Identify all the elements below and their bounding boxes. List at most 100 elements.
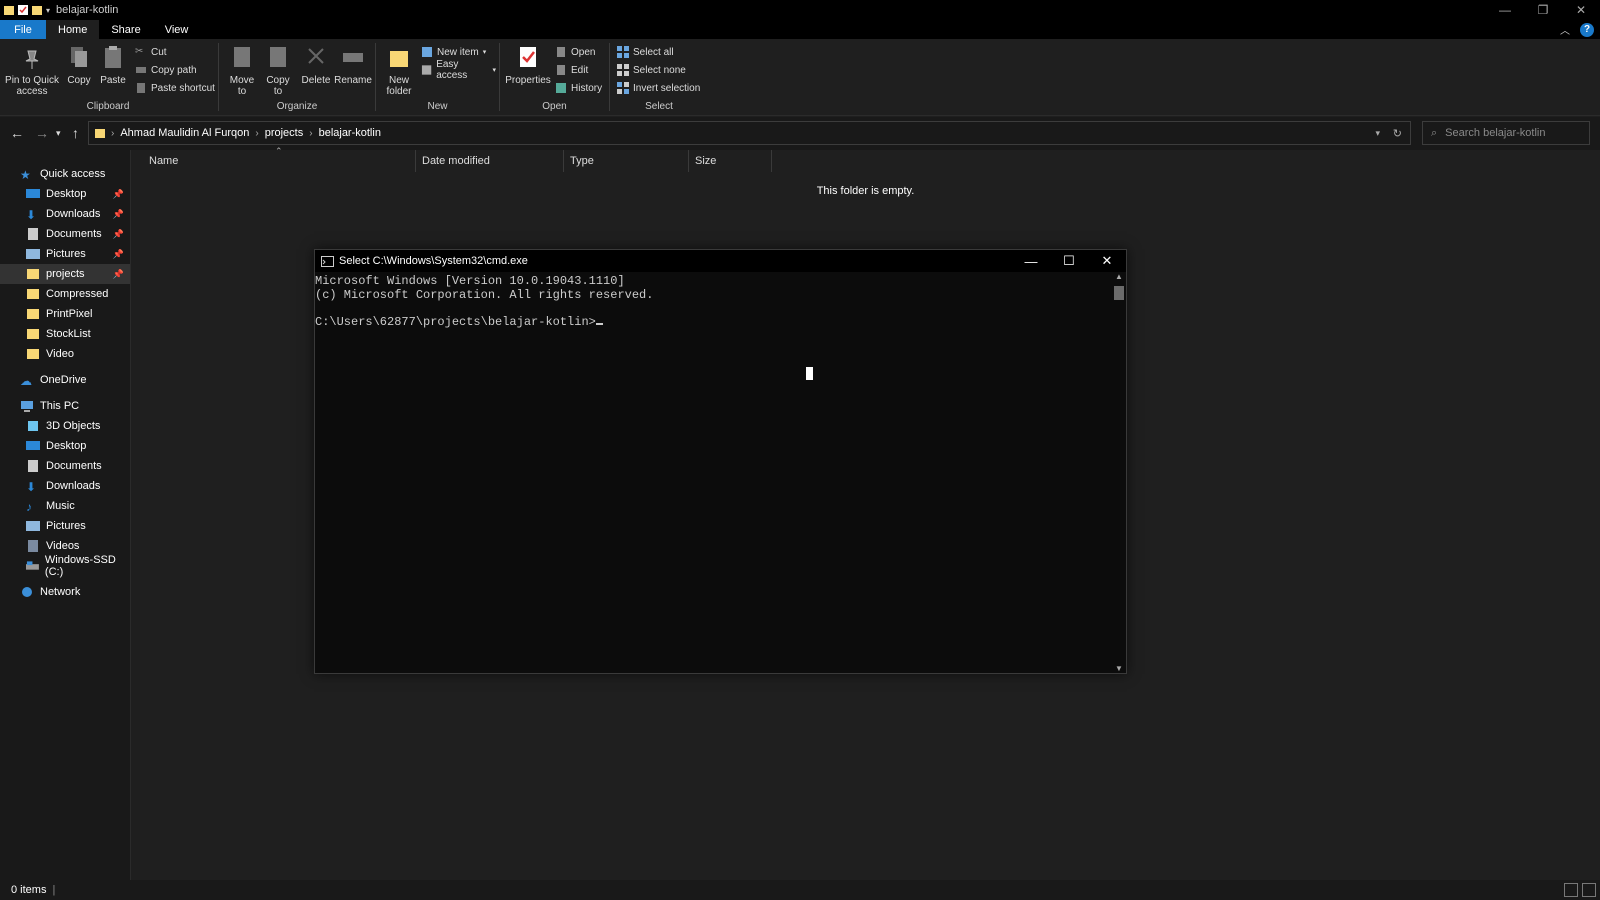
sidebar-item-printpixel[interactable]: PrintPixel [0, 304, 130, 324]
breadcrumb-item[interactable]: belajar-kotlin [319, 127, 381, 139]
sidebar-item-this-pc[interactable]: This PC [0, 396, 130, 416]
sidebar-item-documents[interactable]: Documents 📌 [0, 224, 130, 244]
console-prompt-line: C:\Users\62877\projects\belajar-kotlin> [315, 315, 1126, 330]
sidebar-item-quick-access[interactable]: ★ Quick access [0, 164, 130, 184]
pin-icon: 📌 [112, 228, 124, 239]
search-input[interactable]: ⌕ Search belajar-kotlin [1422, 121, 1590, 145]
paste-button[interactable]: Paste [98, 43, 128, 86]
sidebar-item-desktop[interactable]: Desktop 📌 [0, 184, 130, 204]
sidebar-item-compressed[interactable]: Compressed [0, 284, 130, 304]
item-count: 0 items [11, 884, 47, 896]
help-icon[interactable]: ? [1580, 22, 1594, 37]
sidebar-item-downloads[interactable]: ⬇ Downloads 📌 [0, 204, 130, 224]
properties-icon[interactable] [18, 4, 28, 16]
new-folder-icon[interactable] [32, 4, 42, 16]
paste-shortcut-button[interactable]: Paste shortcut [135, 80, 215, 96]
sidebar-item-pictures[interactable]: Pictures 📌 [0, 244, 130, 264]
address-row: ← → ▾ ↑ › Ahmad Maulidin Al Furqon › pro… [0, 117, 1600, 150]
open-button[interactable]: Open [555, 44, 595, 60]
new-item-button[interactable]: New item ▾ [421, 44, 486, 60]
column-header-date[interactable]: Date modified [416, 150, 564, 172]
tab-file[interactable]: File [0, 20, 46, 39]
music-icon: ♪ [26, 500, 32, 514]
history-button[interactable]: History [555, 80, 602, 96]
cut-button[interactable]: ✂ Cut [135, 44, 167, 60]
paste-label: Paste [100, 75, 126, 86]
sidebar-item-pc-pictures[interactable]: Pictures [0, 516, 130, 536]
large-icons-view-icon[interactable] [1582, 883, 1596, 897]
new-folder-button[interactable]: New folder [383, 43, 415, 97]
tab-view[interactable]: View [153, 20, 201, 39]
navigation-pane: ★ Quick access Desktop 📌 ⬇ Downloads 📌 Docu… [0, 150, 131, 880]
videos-icon [28, 540, 38, 552]
easy-access-button[interactable]: Easy access ▾ [421, 59, 496, 81]
scrollbar-thumb[interactable] [1114, 286, 1124, 300]
sidebar-item-pc-downloads[interactable]: ⬇ Downloads [0, 476, 130, 496]
sidebar-item-windows-ssd[interactable]: Windows-SSD (C:) [0, 554, 130, 578]
cmd-close-button[interactable]: ✕ [1088, 250, 1126, 272]
sidebar-item-videos[interactable]: Videos [0, 536, 130, 556]
delete-icon [308, 48, 324, 64]
up-arrow-icon[interactable]: ↑ [72, 125, 79, 141]
refresh-icon[interactable]: ↻ [1393, 127, 1402, 140]
sidebar-item-label: Downloads [46, 208, 101, 220]
restore-button[interactable]: ❐ [1524, 0, 1562, 20]
sidebar-item-projects[interactable]: projects 📌 [0, 264, 130, 284]
cmd-maximize-button[interactable]: ☐ [1050, 250, 1088, 272]
new-folder-icon [390, 51, 408, 67]
sidebar-item-pc-documents[interactable]: Documents [0, 456, 130, 476]
properties-button[interactable]: Properties [505, 43, 551, 86]
select-all-button[interactable]: Select all [617, 44, 674, 60]
column-header-name[interactable]: Name [143, 150, 416, 172]
edit-button[interactable]: Edit [555, 62, 588, 78]
sidebar-item-video[interactable]: Video [0, 344, 130, 364]
column-header-type[interactable]: Type [564, 150, 689, 172]
move-to-button[interactable]: Move to [226, 43, 258, 97]
empty-folder-message: This folder is empty. [816, 185, 915, 197]
copy-to-button[interactable]: Copy to [262, 43, 294, 97]
sidebar-item-3d-objects[interactable]: 3D Objects [0, 416, 130, 436]
pin-to-quick-access-button[interactable]: Pin to Quick access [4, 43, 60, 97]
tab-share[interactable]: Share [99, 20, 152, 39]
sidebar-item-pc-desktop[interactable]: Desktop [0, 436, 130, 456]
address-dropdown-icon[interactable]: ▾ [1375, 128, 1380, 139]
sidebar-item-stocklist[interactable]: StockList [0, 324, 130, 344]
folder-icon [27, 309, 39, 319]
collapse-ribbon-icon[interactable]: ︿ [1560, 22, 1570, 37]
sidebar-item-music[interactable]: ♪ Music [0, 496, 130, 516]
minimize-button[interactable]: — [1486, 0, 1524, 20]
cmd-minimize-button[interactable]: — [1012, 250, 1050, 272]
cmd-scrollbar[interactable]: ▲ ▼ [1112, 272, 1126, 673]
sidebar-item-network[interactable]: Network [0, 582, 130, 602]
sidebar-item-label: Windows-SSD (C:) [44, 554, 116, 578]
cut-label: Cut [151, 46, 167, 58]
tab-home[interactable]: Home [46, 20, 100, 39]
sidebar-item-label: Desktop [46, 188, 87, 200]
rename-button[interactable]: Rename [334, 43, 372, 86]
console-output[interactable]: Microsoft Windows [Version 10.0.19043.11… [315, 272, 1126, 329]
cmd-window[interactable]: Select C:\Windows\System32\cmd.exe — ☐ ✕… [314, 249, 1127, 674]
scroll-down-icon[interactable]: ▼ [1115, 664, 1123, 673]
select-none-button[interactable]: Select none [617, 62, 686, 78]
copy-button[interactable]: Copy [64, 43, 94, 86]
back-arrow-icon[interactable]: ← [10, 125, 24, 141]
status-bar: 0 items | [0, 880, 1600, 900]
address-bar[interactable]: › Ahmad Maulidin Al Furqon › projects › … [88, 121, 1411, 145]
cmd-title-bar[interactable]: Select C:\Windows\System32\cmd.exe — ☐ ✕ [315, 250, 1126, 272]
customize-qat-icon[interactable]: ▾ [46, 6, 50, 15]
invert-selection-button[interactable]: Invert selection [617, 80, 700, 96]
details-view-icon[interactable] [1564, 883, 1578, 897]
scroll-up-icon[interactable]: ▲ [1115, 272, 1123, 281]
delete-button[interactable]: Delete [300, 43, 332, 86]
breadcrumb-item[interactable]: Ahmad Maulidin Al Furqon [120, 127, 249, 139]
open-group: Properties Open Edit History Open [503, 39, 606, 116]
sidebar-item-label: 3D Objects [46, 420, 101, 432]
close-button[interactable]: ✕ [1562, 0, 1600, 20]
copy-path-button[interactable]: Copy path [135, 62, 197, 78]
breadcrumb-item[interactable]: projects [265, 127, 304, 139]
desktop-icon [26, 189, 40, 198]
column-header-size[interactable]: Size [689, 150, 772, 172]
forward-arrow-icon[interactable]: → [35, 125, 49, 141]
sidebar-item-onedrive[interactable]: ☁ OneDrive [0, 370, 130, 390]
recent-locations-icon[interactable]: ▾ [56, 128, 61, 139]
